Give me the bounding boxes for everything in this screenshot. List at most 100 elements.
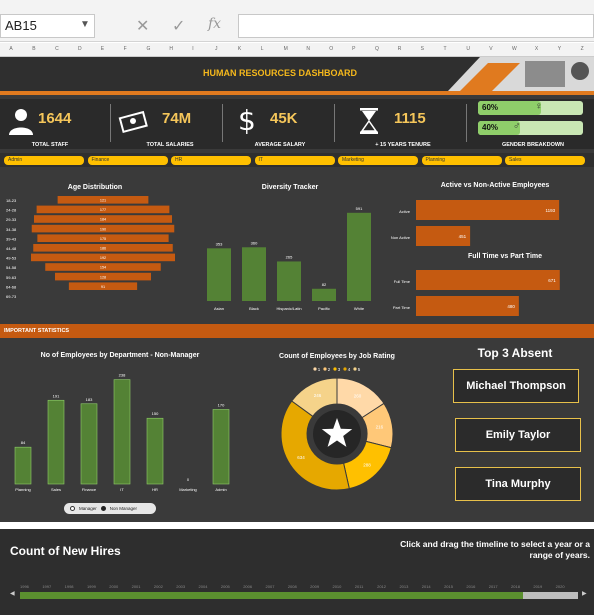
total-staff-value: 1644 (38, 110, 72, 127)
timeline-year[interactable]: 2009 (310, 584, 319, 589)
column-letter[interactable]: W (512, 46, 517, 52)
timeline-year[interactable]: 2000 (109, 584, 118, 589)
timeline-track[interactable] (20, 592, 578, 599)
male-pct: 40% (482, 123, 499, 132)
timeline-year[interactable]: 1997 (42, 584, 51, 589)
timeline-year[interactable]: 2018 (511, 584, 520, 589)
column-letter[interactable]: J (215, 46, 218, 52)
timeline-year[interactable]: 2019 (533, 584, 542, 589)
timeline-year[interactable]: 2003 (176, 584, 185, 589)
column-letter[interactable]: I (192, 46, 193, 52)
age-tick-label: 54-58 (6, 265, 17, 270)
department-pill-hr[interactable]: HR (171, 156, 251, 165)
column-letter[interactable]: U (466, 46, 470, 52)
manager-slicer[interactable]: Manager Non Manager (64, 503, 156, 514)
column-letter[interactable]: Z (581, 46, 584, 52)
diversity-tick-label: Asian (214, 306, 224, 311)
timeline-year[interactable]: 1999 (87, 584, 96, 589)
fx-icon[interactable]: fx (208, 16, 221, 32)
timeline-year[interactable]: 2011 (355, 584, 364, 589)
diversity-data-label: 265 (286, 254, 293, 259)
timeline-year[interactable]: 2001 (132, 584, 141, 589)
column-letter[interactable]: M (284, 46, 288, 52)
column-letter[interactable]: F (124, 46, 127, 52)
column-letter[interactable]: Q (375, 46, 379, 52)
diversity-data-label: 353 (216, 241, 223, 246)
column-letter[interactable]: S (421, 46, 424, 52)
chevron-down-icon[interactable]: ▼ (80, 19, 90, 30)
manager-option[interactable]: Manager (79, 506, 97, 511)
timeline-year[interactable]: 2016 (466, 584, 475, 589)
diversity-data-label: 360 (251, 240, 258, 245)
age-tick-label: 24-28 (6, 208, 17, 213)
department-data-label: 238 (119, 373, 126, 378)
average-salary-label: AVERAGE SALARY (254, 142, 306, 148)
age-data-label: 184 (100, 218, 106, 222)
department-pill-finance[interactable]: Finance (87, 156, 168, 165)
column-letter[interactable]: A (9, 46, 12, 52)
column-letter[interactable]: R (398, 46, 402, 52)
important-statistics-bar (0, 324, 594, 338)
age-tick-label: 69-73 (6, 294, 17, 299)
column-letter[interactable]: N (306, 46, 310, 52)
timeline-year[interactable]: 2020 (556, 584, 565, 589)
total-salaries-label: TOTAL SALARIES (146, 142, 194, 148)
timeline-year[interactable]: 2012 (377, 584, 386, 589)
active-tick-label: Active (399, 209, 411, 214)
rating-legend-dot (343, 367, 347, 371)
department-pill-planning[interactable]: Planning (421, 156, 502, 165)
column-letter[interactable]: X (535, 46, 538, 52)
department-tick-label: Finance (82, 487, 97, 492)
kpi-divider (466, 104, 467, 142)
timeline-year[interactable]: 2013 (399, 584, 408, 589)
x-icon[interactable]: ✕ (136, 16, 149, 36)
header-photo (448, 57, 594, 91)
department-pill-marketing[interactable]: Marketing (338, 156, 418, 165)
department-bar (212, 409, 230, 485)
non-manager-option[interactable]: Non Manager (110, 506, 137, 511)
non-manager-dot (100, 506, 106, 511)
active-bar (416, 200, 560, 220)
timeline-year[interactable]: 2007 (266, 584, 275, 589)
column-letter[interactable]: P (352, 46, 355, 52)
column-letter[interactable]: L (261, 46, 264, 52)
diversity-data-label: 591 (356, 206, 363, 211)
column-letter[interactable]: B (32, 46, 35, 52)
timeline-scroll-left-icon[interactable]: ◀ (10, 590, 15, 597)
column-letter[interactable]: O (329, 46, 333, 52)
timeline-year[interactable]: 1996 (20, 584, 29, 589)
column-letter[interactable]: T (444, 46, 447, 52)
department-pill-sales[interactable]: Sales (505, 156, 585, 165)
column-letter[interactable]: E (101, 46, 104, 52)
formula-input[interactable] (238, 14, 594, 38)
timeline-year[interactable]: 1998 (65, 584, 74, 589)
timeline-year[interactable]: 2006 (243, 584, 252, 589)
fulltime-data-label: 671 (548, 278, 556, 283)
column-letter[interactable]: K (238, 46, 241, 52)
column-letter[interactable]: C (55, 46, 59, 52)
rating-legend-dot (323, 367, 327, 371)
timeline-year[interactable]: 2015 (444, 584, 453, 589)
timeline-year[interactable]: 2005 (221, 584, 230, 589)
job-rating-donut-chart: 1 2 3 4 5 260 216 288 634 246 (280, 367, 394, 491)
timeline-year[interactable]: 2014 (422, 584, 431, 589)
diversity-bar (312, 288, 336, 301)
timeline-year[interactable]: 2010 (332, 584, 341, 589)
department-pill-it[interactable]: IT (254, 156, 335, 165)
timeline-year[interactable]: 2008 (288, 584, 297, 589)
timeline-year[interactable]: 2017 (489, 584, 498, 589)
timeline-scroll-right-icon[interactable]: ▶ (582, 590, 587, 597)
timeline-year[interactable]: 2002 (154, 584, 163, 589)
fulltime-bar (416, 270, 560, 290)
column-letter[interactable]: D (78, 46, 82, 52)
department-pill-admin[interactable]: Admin (4, 156, 84, 165)
age-data-label: 186 (100, 247, 106, 251)
timeline-unselected[interactable] (523, 592, 578, 599)
column-letter[interactable]: H (169, 46, 173, 52)
timeline-year[interactable]: 2004 (199, 584, 208, 589)
check-icon[interactable]: ✓ (172, 16, 185, 36)
column-letter[interactable]: V (489, 46, 492, 52)
column-letter[interactable]: Y (558, 46, 561, 52)
rating-legend-dot (333, 367, 337, 371)
column-letter[interactable]: G (147, 46, 151, 52)
